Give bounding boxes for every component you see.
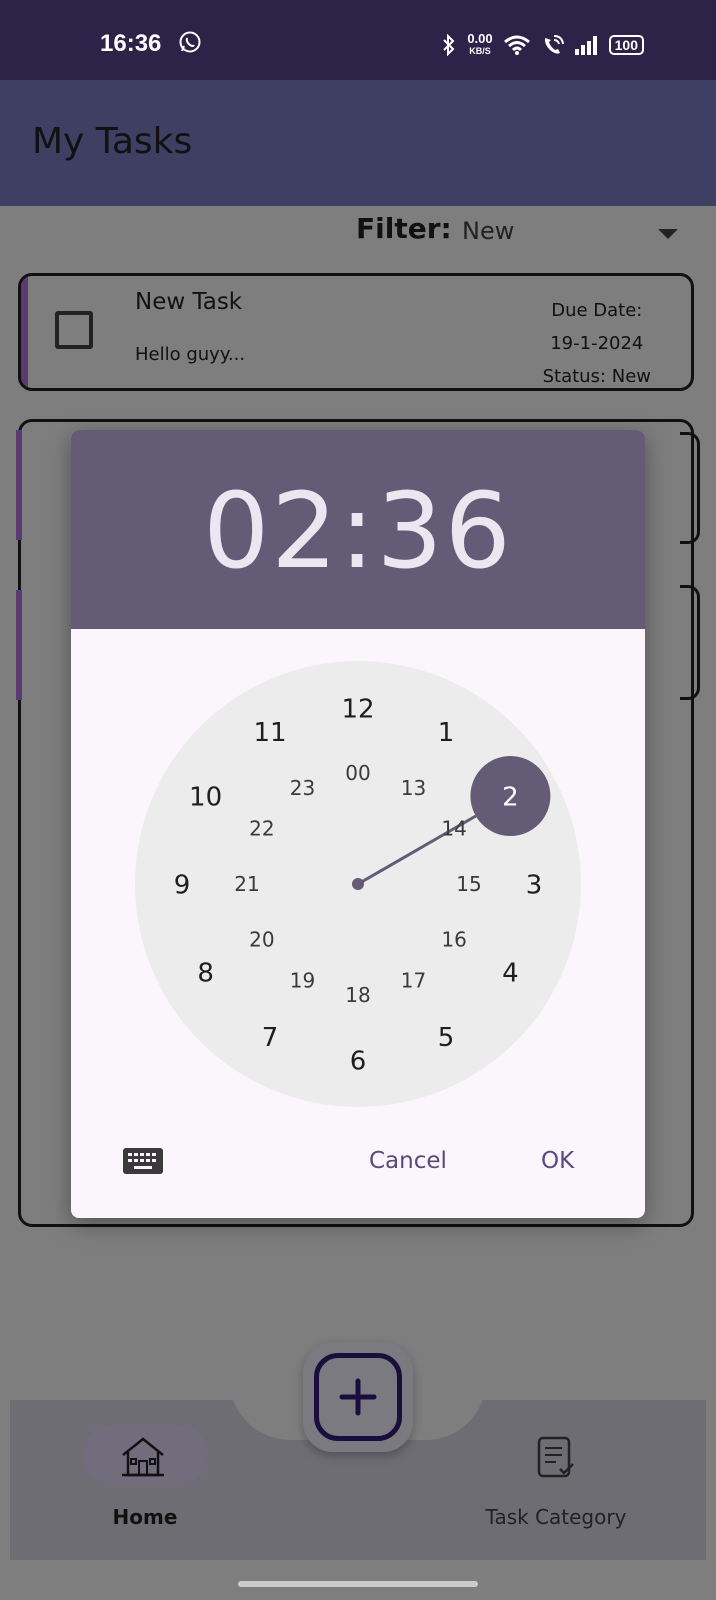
nav-task-category-label[interactable]: Task Category: [450, 1505, 662, 1529]
background-card-accent: [16, 590, 22, 700]
task-card[interactable]: New Task Hello guyy... Due Date: 19-1-20…: [18, 273, 694, 391]
chevron-down-icon[interactable]: [658, 229, 678, 239]
battery-icon: 100: [608, 35, 644, 55]
clock-dial[interactable]: 121234567891011001314151617181920212223: [135, 661, 581, 1107]
background-card-accent: [16, 430, 22, 540]
hour-label-24h-21[interactable]: 21: [234, 872, 259, 896]
hour-label-6[interactable]: 6: [350, 1046, 367, 1076]
task-checkbox[interactable]: [55, 311, 93, 349]
time-picker-dialog: 02:36 12 1 2 3 4 5 6 7 8 9 10 11 00 13 14 15 16 17 18 19 20 2…: [71, 430, 645, 1218]
hour-label-24h-20[interactable]: 20: [249, 928, 274, 952]
hour-label-24h-17[interactable]: 17: [401, 968, 426, 992]
wifi-calling-icon: [544, 35, 564, 54]
status-icons: 0.00 KB/S 100: [441, 31, 644, 56]
hour-label-9[interactable]: 9: [174, 870, 191, 900]
time-picker-header: 02:36: [71, 430, 645, 629]
task-accent-bar: [21, 276, 28, 388]
task-status: Status: New: [542, 366, 651, 387]
hour-label-24h-16[interactable]: 16: [441, 928, 466, 952]
fab-frame: [314, 1353, 402, 1441]
status-time: 16:36: [100, 30, 162, 57]
whatsapp-icon: [179, 31, 201, 53]
signal-icon: [574, 36, 597, 55]
hour-label-12[interactable]: 12: [341, 694, 374, 724]
task-title: New Task: [135, 289, 243, 315]
hour-label-7[interactable]: 7: [262, 1023, 279, 1053]
nav-home-label[interactable]: Home: [82, 1505, 208, 1529]
hour-label-24h-18[interactable]: 18: [345, 983, 370, 1007]
background-card-edge: [680, 585, 700, 700]
hour-label-4[interactable]: 4: [502, 958, 519, 988]
keyboard-icon[interactable]: [123, 1148, 163, 1174]
hour-label-8[interactable]: 8: [197, 958, 214, 988]
cancel-button[interactable]: Cancel: [369, 1148, 447, 1174]
time-display[interactable]: 02:36: [71, 470, 645, 592]
filter-label: Filter:: [356, 212, 452, 245]
ok-button[interactable]: OK: [541, 1148, 574, 1174]
status-bar: 16:36 0.00 KB/S 100: [0, 0, 716, 80]
hour-label-3[interactable]: 3: [526, 870, 543, 900]
hour-label-24h-19[interactable]: 19: [290, 968, 315, 992]
task-meta: Due Date: 19-1-2024 Status: New: [542, 294, 651, 388]
hour-label-24h-13[interactable]: 13: [401, 776, 426, 800]
net-speed: 0.00 KB/S: [467, 31, 493, 56]
background-card-edge: [680, 432, 700, 544]
wifi-icon: [503, 35, 530, 55]
page-title: My Tasks: [32, 121, 193, 162]
hour-label-1[interactable]: 1: [438, 718, 455, 748]
task-description: Hello guyy...: [135, 344, 246, 365]
hour-label-10[interactable]: 10: [189, 782, 222, 812]
hour-label-24h-23[interactable]: 23: [290, 776, 315, 800]
home-icon[interactable]: [120, 1435, 166, 1479]
clock-center-dot: [352, 878, 364, 890]
filter-dropdown[interactable]: New: [462, 217, 514, 245]
home-indicator[interactable]: [238, 1581, 478, 1587]
hour-label-24h-14[interactable]: 14: [441, 817, 466, 841]
due-date-value: 19-1-2024: [550, 333, 644, 354]
hour-label-24h-00[interactable]: 00: [345, 761, 370, 785]
due-date-label: Due Date:: [551, 300, 643, 321]
hour-label-24h-15[interactable]: 15: [456, 872, 481, 896]
hour-label-2[interactable]: 2: [502, 782, 519, 812]
hour-label-11[interactable]: 11: [253, 718, 286, 748]
hour-label-24h-22[interactable]: 22: [249, 817, 274, 841]
plus-icon: [339, 1378, 377, 1416]
hour-label-5[interactable]: 5: [438, 1023, 455, 1053]
bluetooth-icon: [443, 34, 455, 56]
checklist-icon[interactable]: [536, 1435, 576, 1479]
add-task-fab[interactable]: [303, 1342, 413, 1452]
